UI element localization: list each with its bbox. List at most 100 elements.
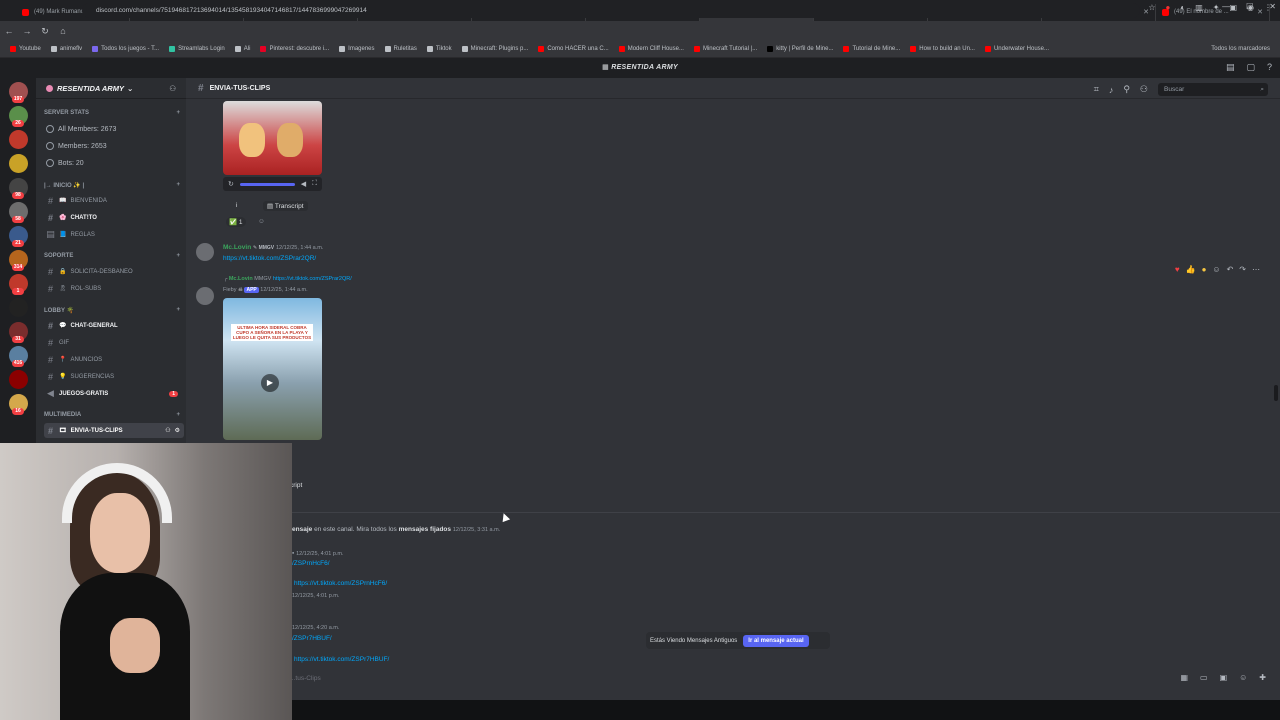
extension-icon[interactable]: ▥	[1195, 3, 1203, 12]
bookmark[interactable]: Minecraft: Plugins p...	[461, 46, 528, 52]
bookmark[interactable]: Youtube	[10, 46, 41, 52]
username[interactable]: Fieby	[223, 287, 236, 293]
add-channel-icon[interactable]: +	[176, 253, 180, 259]
bookmark[interactable]: How to build an Un...	[910, 46, 975, 52]
category-inicio[interactable]: |→ INICIO ✨ | +	[44, 182, 180, 189]
add-channel-icon[interactable]: +	[176, 182, 180, 189]
window-icon[interactable]: ▢	[1246, 62, 1255, 73]
server-icon[interactable]	[9, 130, 28, 149]
reply-reference[interactable]: ╭ Mc.Lovin MMGV https://vt.tiktok.com/ZS…	[224, 276, 352, 282]
bookmark[interactable]: Tutorial de Mine...	[843, 46, 900, 52]
bookmark[interactable]: kitty | Perfil de Mine...	[767, 46, 833, 52]
jump-to-present-button[interactable]: Ir al mensaje actual	[743, 634, 809, 647]
replay-icon[interactable]: ↻	[228, 180, 234, 188]
bookmark[interactable]: Minecraft Tutorial |...	[693, 46, 757, 52]
invite-icon[interactable]: ⚇	[165, 427, 170, 434]
profile-icon[interactable]: ◉	[1247, 3, 1254, 12]
reaction-pill[interactable]: ✅ 1	[226, 217, 246, 227]
server-name-header[interactable]: RESENTIDA ARMY ⌄ ⚇	[36, 78, 186, 99]
gift-icon[interactable]: ▦	[1180, 673, 1188, 682]
add-channel-icon[interactable]: +	[176, 110, 180, 116]
add-reaction-icon[interactable]: ☺	[1212, 265, 1220, 274]
message-link[interactable]: https://vt.tiktok.com/ZSPr7HBUF/	[294, 656, 389, 663]
server-icon[interactable]	[9, 370, 28, 389]
gif-icon[interactable]: ▭	[1200, 673, 1208, 682]
members-icon[interactable]: ⚇	[1140, 84, 1148, 95]
channel-sugerencias[interactable]: # 💡 SUGERENCIAS	[44, 369, 184, 384]
server-icon[interactable]	[9, 298, 28, 317]
url-input[interactable]: discord.com/channels/751946817213694014/…	[82, 3, 1140, 18]
video-thumbnail[interactable]	[223, 101, 322, 175]
bookmark[interactable]: Pinterest: descubre i...	[260, 46, 329, 52]
bookmark[interactable]: Imagenes	[339, 46, 375, 52]
add-member-icon[interactable]: ⚇	[169, 84, 176, 93]
category-lobby[interactable]: LOBBY 🌴 +	[44, 307, 180, 314]
emoji-icon[interactable]: ●	[1202, 265, 1207, 274]
volume-icon[interactable]: ◀	[301, 180, 306, 188]
info-icon[interactable]: i	[236, 202, 237, 209]
emoji-icon[interactable]: ☺	[1239, 673, 1247, 682]
channel-gif[interactable]: # GIF	[44, 335, 184, 350]
sidepanel-icon[interactable]: ▣	[1229, 3, 1237, 12]
username[interactable]: Mc.Lovin	[223, 244, 251, 251]
message-link[interactable]: /ZSPrnHcF6/	[292, 560, 330, 567]
channel-solicita-desbaneo[interactable]: # 🔒 SOLICITA-DESBANEO	[44, 264, 184, 279]
extension-icon[interactable]: ●	[1166, 3, 1171, 12]
message-input[interactable]: ...tus-Clips	[290, 670, 1274, 686]
message-link[interactable]: /ZSPr7HBUF/	[292, 635, 332, 642]
thumbs-emoji-icon[interactable]: 👍	[1186, 265, 1196, 274]
extension-icon[interactable]: ◐	[1180, 3, 1185, 12]
star-icon[interactable]: ☆	[1148, 3, 1155, 12]
server-icon[interactable]	[9, 154, 28, 173]
play-icon[interactable]: ▶	[261, 374, 279, 392]
message-link[interactable]: https://vt.tiktok.com/ZSPrnHcF6/	[294, 580, 387, 587]
bookmark[interactable]: animeflv	[50, 46, 82, 52]
all-bookmarks[interactable]: Todos los marcadores	[1211, 46, 1270, 52]
bookmark[interactable]: Tiktok	[426, 46, 452, 52]
bookmark[interactable]: Streamlabs Login	[169, 46, 225, 52]
channel-chatito[interactable]: # 🌸 CHAT!TO	[44, 210, 184, 225]
add-reaction-icon[interactable]: ☺	[258, 218, 265, 225]
sticker-icon[interactable]: ▣	[1220, 673, 1228, 682]
bookmark[interactable]: Ruletitas	[384, 46, 417, 52]
add-channel-icon[interactable]: +	[176, 307, 180, 314]
channel-envia-tus-clips[interactable]: # 🎞 ENVIA-TUS-CLIPS ⚇ ⚙	[44, 423, 184, 438]
reply-icon[interactable]: ↶	[1227, 265, 1234, 274]
threads-icon[interactable]: ⌗	[1094, 84, 1099, 95]
help-icon[interactable]: ?	[1267, 62, 1272, 73]
pin-icon[interactable]: ⚲	[1123, 84, 1130, 95]
category-server-stats[interactable]: SERVER STATS +	[44, 110, 180, 116]
transcript-button[interactable]: ▤ Transcript	[263, 201, 308, 211]
channel-reglas[interactable]: ▤ 📘 REGLAS	[44, 227, 184, 242]
apps-icon[interactable]: ✚	[1259, 673, 1266, 682]
add-channel-icon[interactable]: +	[176, 412, 180, 418]
channel-anuncios[interactable]: # 📍 ANUNCIOS	[44, 352, 184, 367]
home-icon[interactable]: ⌂	[54, 26, 72, 36]
bookmark[interactable]: Modern Cliff House...	[618, 46, 684, 52]
puzzle-icon[interactable]: ✦	[1213, 3, 1220, 12]
channel-chat-general[interactable]: # 💬 CHAT-GENERAL	[44, 318, 184, 333]
bookmark[interactable]: Underwater House...	[984, 46, 1049, 52]
pinned-messages-link[interactable]: mensajes fijados	[399, 526, 451, 533]
scrollbar[interactable]	[1274, 385, 1278, 401]
menu-icon[interactable]: ⋮	[1264, 3, 1272, 12]
gear-icon[interactable]: ⚙	[175, 427, 180, 434]
fullscreen-icon[interactable]: ⛶	[312, 180, 317, 188]
channel-juegos-gratis[interactable]: ◀ JUEGOS-GRATIS 1	[44, 386, 184, 401]
category-multimedia[interactable]: MULTIMEDIA +	[44, 412, 180, 418]
avatar[interactable]	[196, 243, 214, 261]
heart-emoji-icon[interactable]: ♥	[1175, 265, 1180, 274]
channel-rol-subs[interactable]: # 🎗 ROL-SUBS	[44, 281, 184, 296]
channel-bienvenida[interactable]: # 📖 BIENVENIDA	[44, 193, 184, 208]
bookmark[interactable]: Todos los juegos - T...	[92, 46, 159, 52]
bookmark[interactable]: Como HACER una C...	[538, 46, 609, 52]
avatar[interactable]	[196, 287, 214, 305]
reload-icon[interactable]: ↻	[36, 26, 54, 37]
bookmark[interactable]: Ali	[234, 46, 250, 52]
back-icon[interactable]: ←	[0, 26, 18, 36]
message-link[interactable]: https://vt.tiktok.com/ZSPrar2QR/	[223, 255, 316, 262]
more-icon[interactable]: ⋯	[1252, 265, 1260, 274]
inbox-icon[interactable]: ▤	[1226, 62, 1235, 73]
forward-icon[interactable]: ↷	[1239, 265, 1246, 274]
seek-bar[interactable]	[239, 182, 295, 186]
